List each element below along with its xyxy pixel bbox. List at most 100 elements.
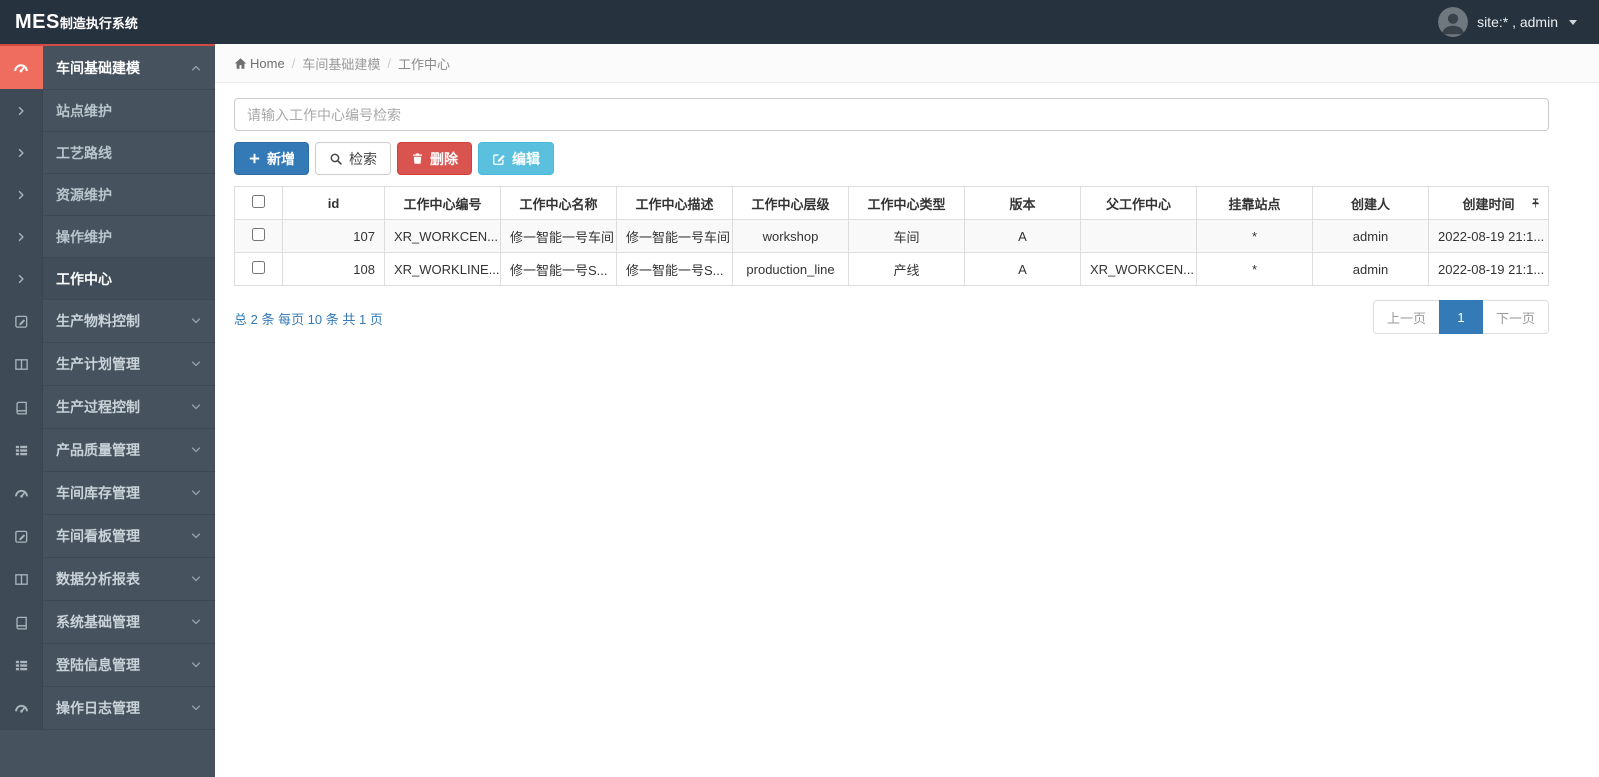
column-header-created-time: 创建时间	[1428, 186, 1549, 220]
column-header-site: 挂靠站点	[1196, 186, 1313, 220]
chevron-down-icon	[190, 644, 215, 686]
sidebar-item-label: 生产过程控制	[56, 399, 140, 415]
angle-right-icon	[0, 132, 43, 173]
sidebar-subitem-operation-maintenance[interactable]: 操作维护	[0, 216, 215, 258]
cell-creator: admin	[1312, 219, 1429, 253]
cell-description: 修一智能一号车间	[616, 219, 733, 253]
cell-level: workshop	[732, 219, 849, 253]
cell-id: 108	[282, 252, 385, 286]
sidebar-item-data-reports[interactable]: 数据分析报表	[0, 558, 215, 601]
cell-description: 修一智能一号S...	[616, 252, 733, 286]
column-header-id: id	[282, 186, 385, 220]
pagination-summary: 总 2 条 每页 10 条 共 1 页	[234, 312, 383, 327]
search-icon	[330, 153, 342, 165]
sidebar-subitem-station-maintenance[interactable]: 站点维护	[0, 90, 215, 132]
sidebar-subitem-label: 工作中心	[56, 270, 112, 287]
sidebar-item-workshop-modeling[interactable]: 车间基础建模	[0, 44, 215, 90]
cell-code: XR_WORKLINE...	[384, 252, 501, 286]
sidebar-item-login-info[interactable]: 登陆信息管理	[0, 644, 215, 687]
book-icon	[0, 386, 43, 428]
table-row[interactable]: 107 XR_WORKCEN... 修一智能一号车间 修一智能一号车间 work…	[234, 219, 1549, 253]
column-header-creator: 创建人	[1312, 186, 1429, 220]
cell-site: *	[1196, 252, 1313, 286]
edit-button[interactable]: 编辑	[478, 142, 554, 175]
sidebar: 车间基础建模 站点维护 工艺路线 资源维护 操作维护 工作中心 生产物料控制 生…	[0, 44, 215, 777]
breadcrumb-separator: /	[291, 55, 296, 71]
select-all-checkbox[interactable]	[252, 195, 265, 208]
top-navbar: MES 制造执行系统 site:* , admin	[0, 0, 1599, 44]
columns-icon	[0, 558, 43, 600]
column-header-code: 工作中心编号	[384, 186, 501, 220]
sidebar-item-board-management[interactable]: 车间看板管理	[0, 515, 215, 558]
column-header-level: 工作中心层级	[732, 186, 849, 220]
sidebar-item-label: 车间基础建模	[56, 59, 140, 76]
sidebar-item-label: 数据分析报表	[56, 571, 140, 587]
trash-icon	[412, 153, 423, 164]
sidebar-item-material-control[interactable]: 生产物料控制	[0, 300, 215, 343]
row-select-cell	[234, 219, 283, 253]
caret-down-icon	[1569, 19, 1577, 25]
user-menu[interactable]: site:* , admin	[1438, 7, 1599, 37]
table-row[interactable]: 108 XR_WORKLINE... 修一智能一号S... 修一智能一号S...…	[234, 252, 1549, 286]
sidebar-item-operation-logs[interactable]: 操作日志管理	[0, 687, 215, 730]
prev-page-button[interactable]: 上一页	[1372, 300, 1440, 334]
sidebar-item-label: 登陆信息管理	[56, 657, 140, 673]
cell-name: 修一智能一号车间	[500, 219, 617, 253]
column-header-type: 工作中心类型	[848, 186, 965, 220]
cell-level: production_line	[732, 252, 849, 286]
page-1-button[interactable]: 1	[1438, 300, 1483, 334]
cell-name: 修一智能一号S...	[500, 252, 617, 286]
list-icon	[0, 429, 43, 471]
chevron-down-icon	[190, 515, 215, 557]
search-input[interactable]	[234, 98, 1549, 131]
logo-suffix: 制造执行系统	[59, 15, 138, 31]
query-button[interactable]: 检索	[315, 142, 391, 175]
row-checkbox[interactable]	[252, 261, 265, 274]
cell-version: A	[964, 219, 1081, 253]
dashboard-icon	[0, 46, 43, 89]
chevron-down-icon	[190, 687, 215, 729]
sidebar-subitem-label: 资源维护	[56, 186, 112, 203]
book-icon	[0, 601, 43, 643]
work-center-table-wrap: id 工作中心编号 工作中心名称 工作中心描述 工作中心层级 工作中心类型 版本…	[234, 186, 1549, 286]
sidebar-subitem-resource-maintenance[interactable]: 资源维护	[0, 174, 215, 216]
main-content: Home / 车间基础建模 / 工作中心 新增 检索 删除 编辑	[215, 44, 1599, 777]
sidebar-item-label: 产品质量管理	[56, 442, 140, 458]
sidebar-item-label: 生产物料控制	[56, 313, 140, 329]
cell-version: A	[964, 252, 1081, 286]
sidebar-item-inventory-management[interactable]: 车间库存管理	[0, 472, 215, 515]
chevron-down-icon	[190, 300, 215, 342]
pencil-square-icon	[0, 515, 43, 557]
edit-icon	[493, 153, 505, 165]
chevron-down-icon	[190, 386, 215, 428]
list-icon	[0, 644, 43, 686]
cell-id: 107	[282, 219, 385, 253]
sidebar-subitem-work-center[interactable]: 工作中心	[0, 258, 215, 300]
cell-site: *	[1196, 219, 1313, 253]
angle-right-icon	[0, 258, 43, 299]
add-button[interactable]: 新增	[234, 142, 309, 175]
sidebar-subitem-process-route[interactable]: 工艺路线	[0, 132, 215, 174]
cell-creator: admin	[1312, 252, 1429, 286]
work-center-table: id 工作中心编号 工作中心名称 工作中心描述 工作中心层级 工作中心类型 版本…	[234, 186, 1549, 286]
cell-code: XR_WORKCEN...	[384, 219, 501, 253]
sidebar-item-quality-management[interactable]: 产品质量管理	[0, 429, 215, 472]
sidebar-item-process-control[interactable]: 生产过程控制	[0, 386, 215, 429]
pin-icon[interactable]	[1530, 198, 1541, 209]
next-page-button[interactable]: 下一页	[1481, 300, 1549, 334]
sidebar-item-system-management[interactable]: 系统基础管理	[0, 601, 215, 644]
column-header-name: 工作中心名称	[500, 186, 617, 220]
sidebar-subitem-label: 工艺路线	[56, 144, 112, 161]
avatar	[1438, 7, 1469, 37]
delete-button[interactable]: 删除	[397, 142, 472, 175]
chevron-down-icon	[190, 343, 215, 385]
columns-icon	[0, 343, 43, 385]
sidebar-item-plan-management[interactable]: 生产计划管理	[0, 343, 215, 386]
angle-right-icon	[0, 90, 43, 131]
breadcrumb-section[interactable]: 车间基础建模	[302, 54, 380, 73]
toolbar: 新增 检索 删除 编辑	[234, 142, 1549, 175]
breadcrumb-home[interactable]: Home	[234, 56, 285, 71]
breadcrumb-separator: /	[387, 55, 391, 71]
row-checkbox[interactable]	[252, 228, 265, 241]
sidebar-item-label: 操作日志管理	[56, 700, 140, 716]
